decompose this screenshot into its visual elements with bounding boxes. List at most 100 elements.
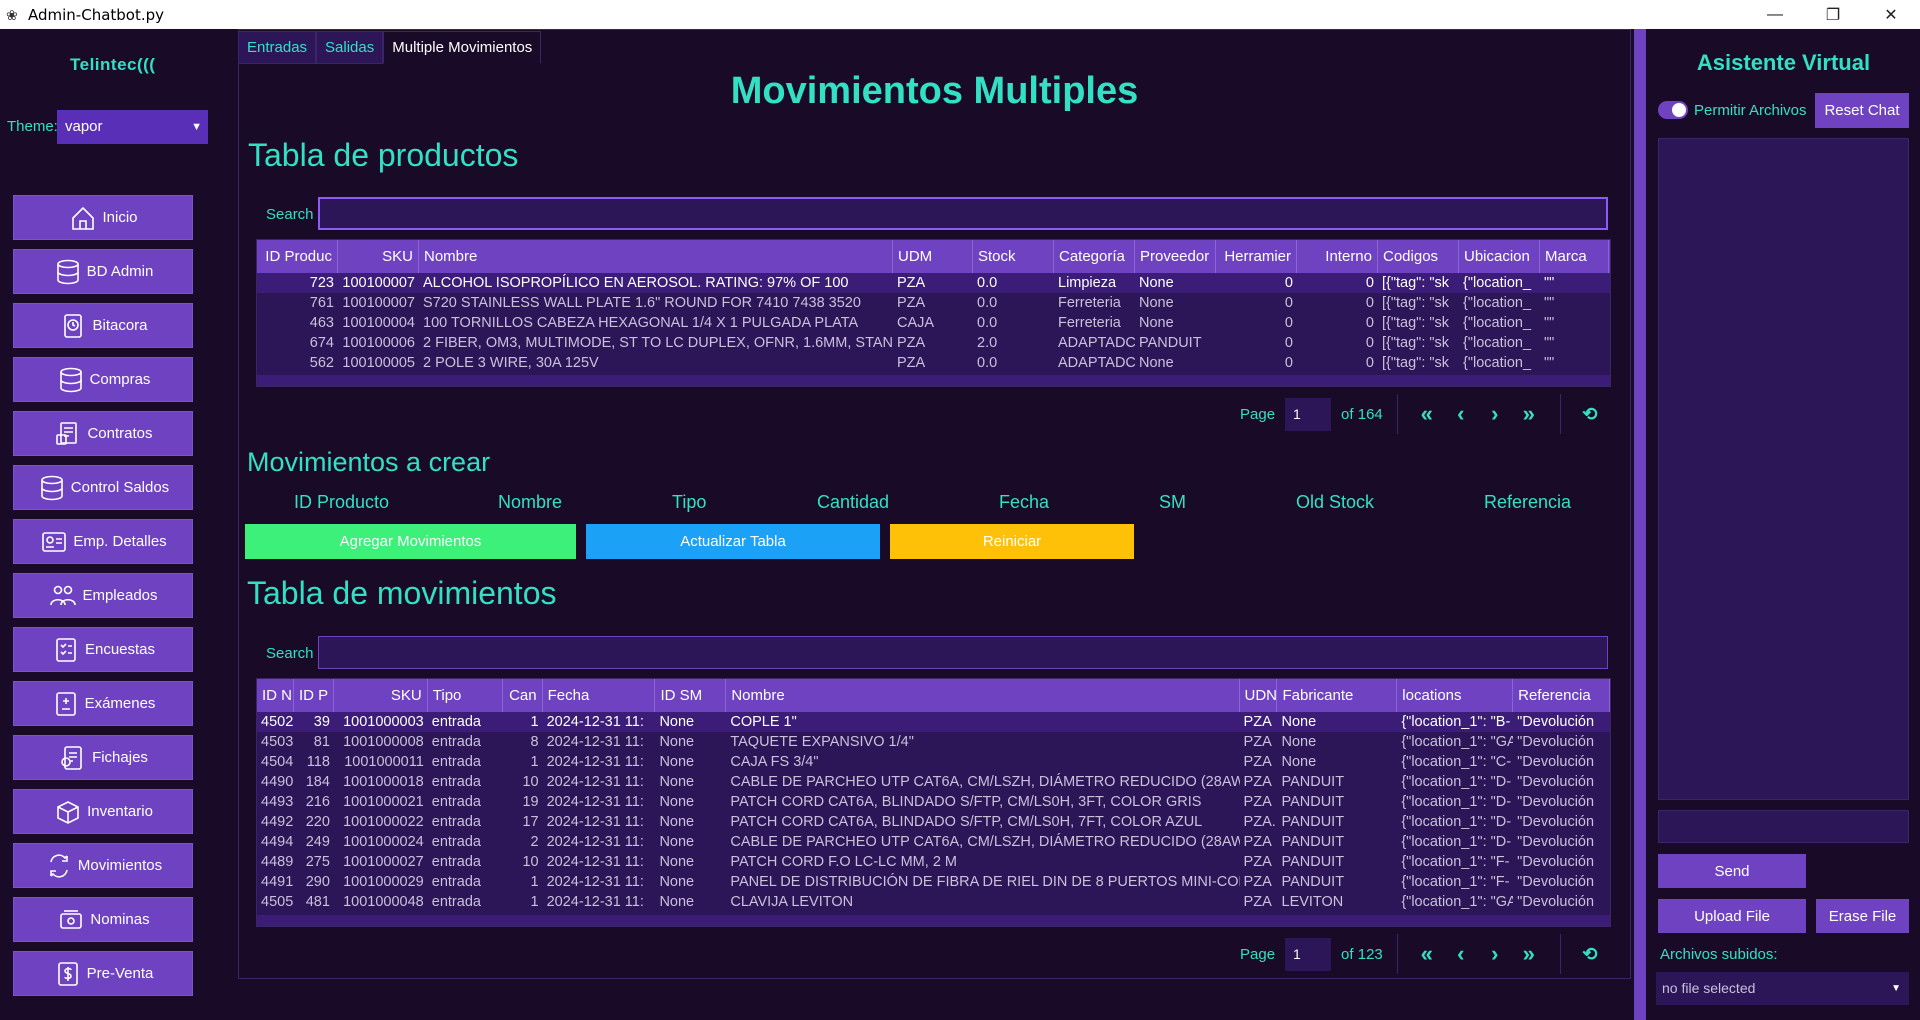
products-header-cell[interactable]: Interno <box>1297 240 1378 273</box>
products-cell: PZA <box>897 355 926 371</box>
table-row[interactable]: 674 100100006 2 FIBER, OM3, MULTIMODE, ST … <box>257 333 1610 353</box>
table-row[interactable]: 562 100100005 2 POLE 3 WIRE, 30A 125V PZA 0.… <box>257 353 1610 373</box>
assistant-title: Asistente Virtual <box>1696 50 1871 75</box>
products-cell: 0 <box>1284 335 1293 351</box>
products-header-cell[interactable]: Categoría <box>1054 240 1135 273</box>
uploaded-files-select[interactable]: no file selected ▼ <box>1656 972 1909 1005</box>
products-header-cell[interactable]: UDM <box>893 240 973 273</box>
movements-search-input[interactable] <box>318 636 1608 669</box>
sidebar-item-label: Encuestas <box>84 641 156 658</box>
table-row[interactable]: 4489 275 1001000027 entrada 10 2024-12-31 11:… <box>257 852 1610 872</box>
maximize-button[interactable]: ❐ <box>1804 0 1862 29</box>
sidebar-item-emp-detalles[interactable]: Emp. Detalles <box>13 519 193 564</box>
next-page-icon[interactable]: › <box>1478 401 1512 427</box>
table-row[interactable]: 4503 81 1001000008 entrada 8 2024-12-31 11: No… <box>257 732 1610 752</box>
products-header-cell[interactable]: ID Produc <box>257 240 338 273</box>
products-cell: {"location_ <box>1463 295 1532 311</box>
table-row[interactable]: 4490 184 1001000018 entrada 10 2024-12-31 11:… <box>257 772 1610 792</box>
table-row[interactable]: 4494 249 1001000024 entrada 2 2024-12-31 11: N… <box>257 832 1610 852</box>
tab-multiple-movimientos[interactable]: Multiple Movimientos <box>383 31 542 64</box>
upload-file-button[interactable]: Upload File <box>1658 899 1806 933</box>
movements-header-cell[interactable]: UDN <box>1240 679 1278 712</box>
sidebar-item-exámenes[interactable]: Exámenes <box>13 681 193 726</box>
update-table-button[interactable]: Actualizar Tabla <box>586 524 880 559</box>
movements-header-cell[interactable]: SKU <box>334 679 428 712</box>
theme-select[interactable]: vapor ▼ <box>57 110 208 144</box>
sidebar-item-nominas[interactable]: Nominas <box>13 897 193 942</box>
movements-header-cell[interactable]: Tipo <box>428 679 503 712</box>
products-header-cell[interactable]: Nombre <box>419 240 893 273</box>
first-page-icon[interactable]: « <box>1410 401 1444 427</box>
sidebar-item-empleados[interactable]: Empleados <box>13 573 193 618</box>
products-header-cell[interactable]: Codigos <box>1378 240 1459 273</box>
movements-cell: 1001000011 <box>344 754 424 770</box>
refresh-icon[interactable]: ⟲ <box>1573 404 1607 425</box>
sidebar-item-inicio[interactable]: Inicio <box>13 195 193 240</box>
first-page-icon[interactable]: « <box>1410 941 1444 967</box>
horizontal-scrollbar[interactable] <box>257 915 1610 926</box>
movements-page-label: Page <box>1240 945 1276 963</box>
sidebar-item-fichajes[interactable]: Fichajes <box>13 735 193 780</box>
erase-file-button[interactable]: Erase File <box>1816 899 1909 933</box>
reset-button[interactable]: Reiniciar <box>890 524 1134 559</box>
table-row[interactable]: 761 100100007 S720 STAINLESS WALL PLATE 1.… <box>257 293 1610 313</box>
movements-header-cell[interactable]: ID SM <box>655 679 727 712</box>
table-row[interactable]: 4493 216 1001000021 entrada 19 2024-12-31 11:… <box>257 792 1610 812</box>
next-page-icon[interactable]: › <box>1478 941 1512 967</box>
sidebar-item-pre-venta[interactable]: Pre-Venta <box>13 951 193 996</box>
close-button[interactable]: ✕ <box>1862 0 1920 29</box>
scrollbar-thumb[interactable] <box>1634 29 1646 1020</box>
products-header-cell[interactable]: Proveedor <box>1135 240 1216 273</box>
products-header-cell[interactable]: Herramier <box>1216 240 1297 273</box>
movements-header-cell[interactable]: Fabricante <box>1277 679 1398 712</box>
movements-page-input[interactable]: 1 <box>1285 937 1332 971</box>
refresh-icon[interactable]: ⟲ <box>1573 944 1607 965</box>
products-header-cell[interactable]: Stock <box>973 240 1054 273</box>
chat-input[interactable] <box>1658 810 1909 843</box>
horizontal-scrollbar[interactable] <box>257 375 1610 386</box>
tab-salidas[interactable]: Salidas <box>316 31 384 64</box>
movements-header-cell[interactable]: Nombre <box>726 679 1240 712</box>
tab-entradas[interactable]: Entradas <box>238 31 317 64</box>
main-scrollbar[interactable] <box>1634 29 1646 1020</box>
sidebar-item-movimientos[interactable]: Movimientos <box>13 843 193 888</box>
table-row[interactable]: 4492 220 1001000022 entrada 17 2024-12-31 11:… <box>257 812 1610 832</box>
products-header-cell[interactable]: SKU <box>338 240 419 273</box>
sidebar-item-bd-admin[interactable]: BD Admin <box>13 249 193 294</box>
sidebar-item-encuestas[interactable]: Encuestas <box>13 627 193 672</box>
sidebar-item-inventario[interactable]: Inventario <box>13 789 193 834</box>
reset-chat-button[interactable]: Reset Chat <box>1815 93 1909 128</box>
send-button[interactable]: Send <box>1658 854 1806 888</box>
allow-files-toggle[interactable] <box>1658 101 1688 119</box>
last-page-icon[interactable]: » <box>1512 401 1546 427</box>
table-row[interactable]: 4491 290 1001000029 entrada 1 2024-12-31 11: N… <box>257 872 1610 892</box>
add-movements-button[interactable]: Agregar Movimientos <box>245 524 576 559</box>
sidebar-item-control-saldos[interactable]: Control Saldos <box>13 465 193 510</box>
movements-header-cell[interactable]: locations <box>1397 679 1514 712</box>
table-row[interactable]: 4502 39 1001000003 entrada 1 2024-12-31 11: No… <box>257 712 1610 732</box>
products-header-cell[interactable]: Ubicacion <box>1459 240 1540 273</box>
movements-header-cell[interactable]: Can <box>503 679 543 712</box>
table-row[interactable]: 723 100100007 ALCOHOL ISOPROPÍLICO EN AERO… <box>257 273 1610 293</box>
table-row[interactable]: 463 100100004 100 TORNILLOS CABEZA HEXAGON… <box>257 313 1610 333</box>
prev-page-icon[interactable]: ‹ <box>1444 401 1478 427</box>
products-table[interactable]: ID Produc SKU Nombre UDM Stock Categoría Prove… <box>256 239 1611 387</box>
table-row[interactable]: 4504 118 1001000011 entrada 1 2024-12-31 11: N… <box>257 752 1610 772</box>
products-search-input[interactable] <box>318 197 1608 230</box>
movements-cell: None <box>659 754 695 770</box>
products-header-cell[interactable]: Marca <box>1540 240 1609 273</box>
movements-cell: 19 <box>522 794 539 810</box>
sidebar-item-bitacora[interactable]: Bitacora <box>13 303 193 348</box>
minimize-button[interactable]: — <box>1746 0 1804 29</box>
prev-page-icon[interactable]: ‹ <box>1444 941 1478 967</box>
table-row[interactable]: 4505 481 1001000048 entrada 1 2024-12-31 11: N… <box>257 892 1610 912</box>
products-page-input[interactable]: 1 <box>1285 397 1332 431</box>
movements-header-cell[interactable]: ID N <box>257 679 294 712</box>
movements-header-cell[interactable]: ID P <box>294 679 334 712</box>
movements-table[interactable]: ID N ID P SKU Tipo Can Fecha ID SM Nombre UDN Fab… <box>256 678 1611 927</box>
movements-header-cell[interactable]: Referencia <box>1513 679 1610 712</box>
movements-header-cell[interactable]: Fecha <box>543 679 656 712</box>
sidebar-item-compras[interactable]: Compras <box>13 357 193 402</box>
last-page-icon[interactable]: » <box>1512 941 1546 967</box>
sidebar-item-contratos[interactable]: Contratos <box>13 411 193 456</box>
